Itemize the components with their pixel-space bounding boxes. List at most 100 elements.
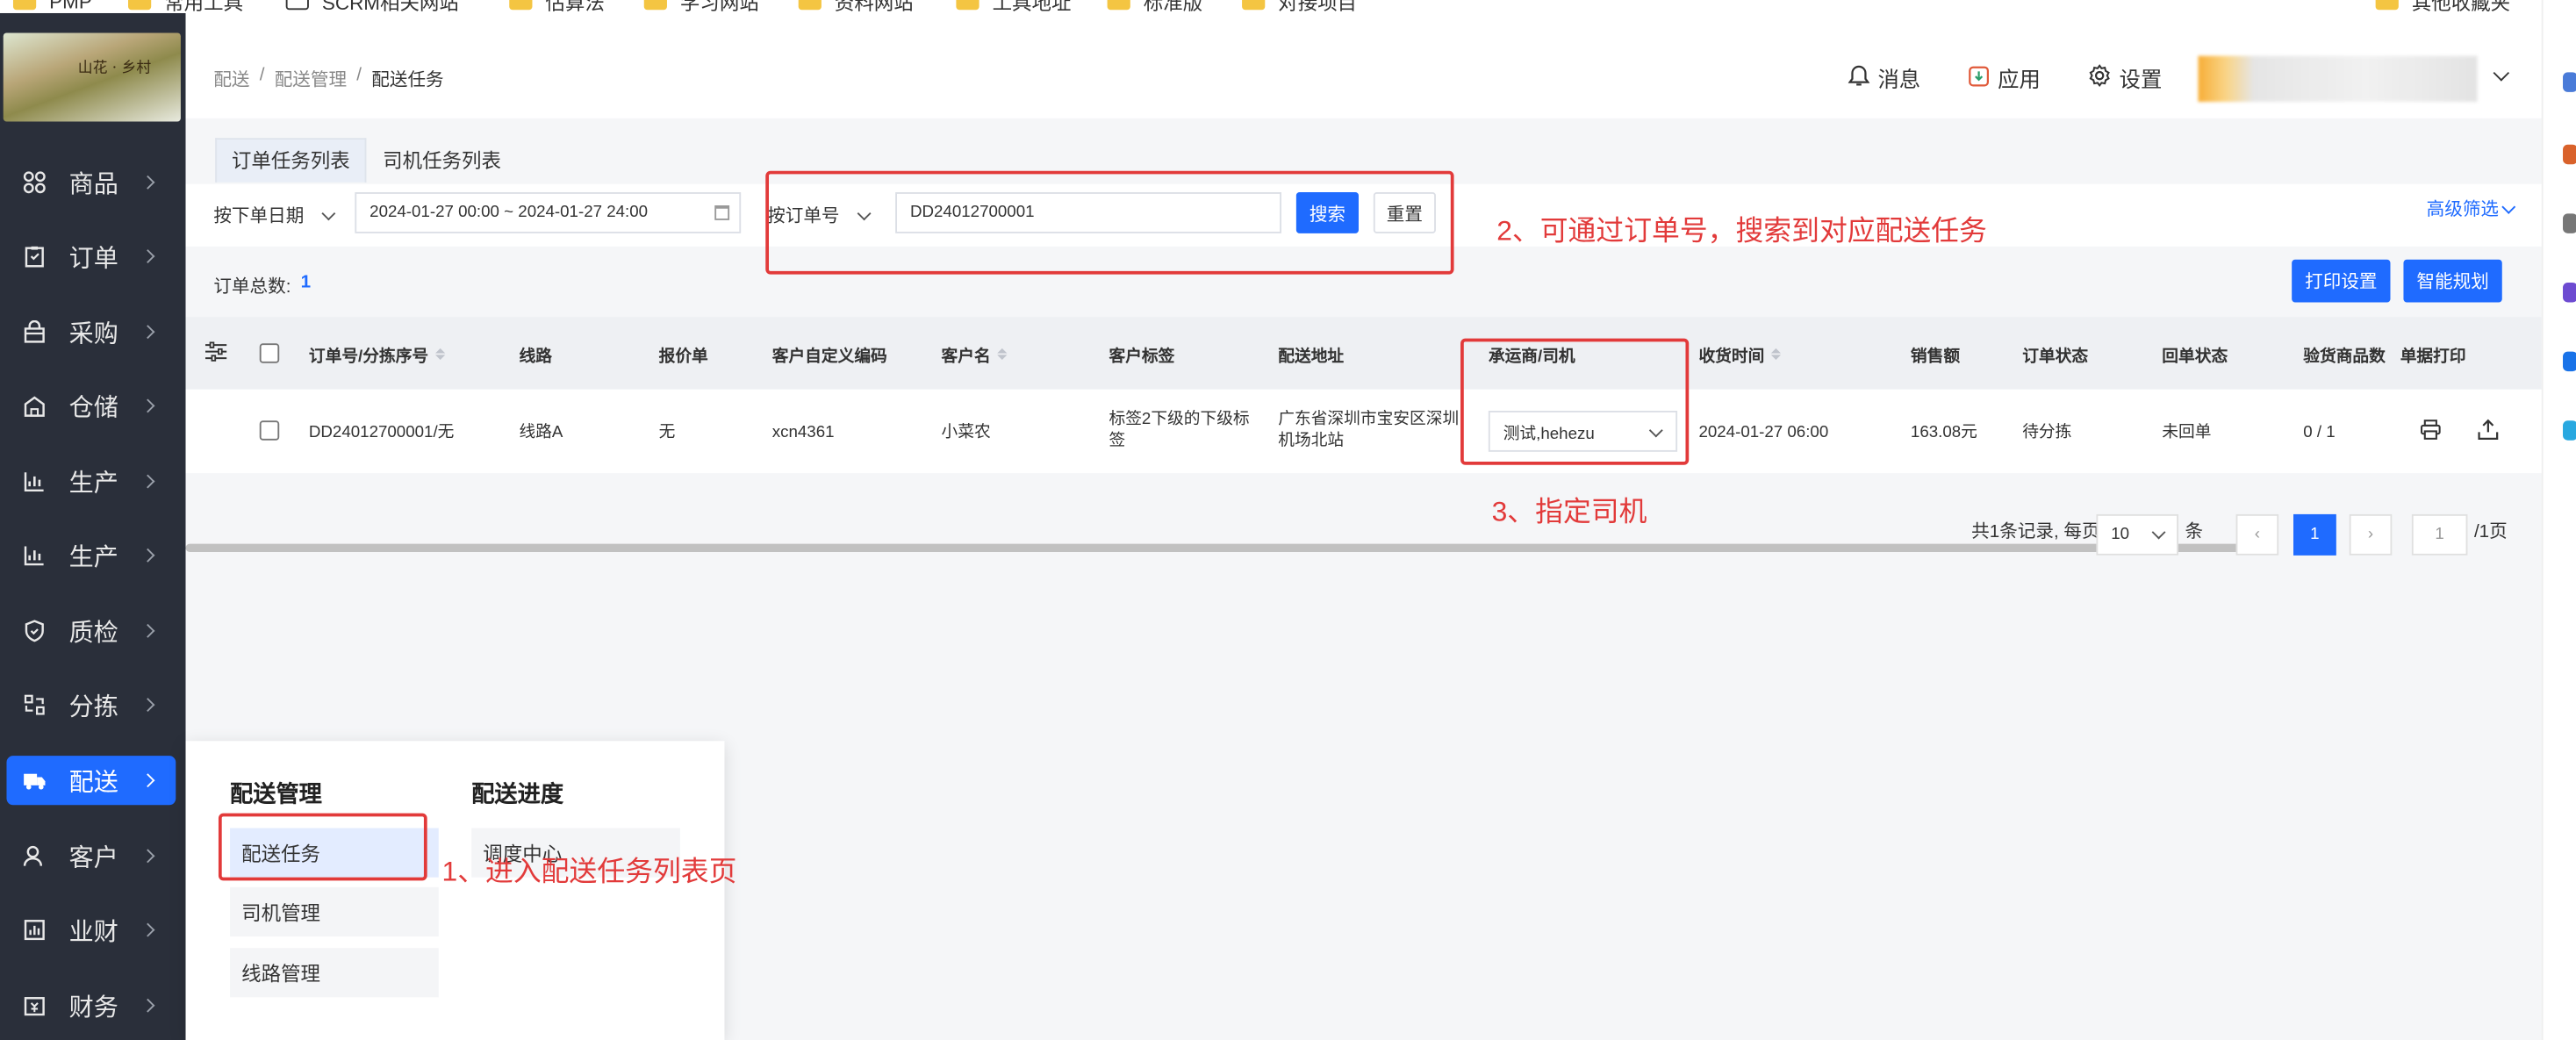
- bookmark-item[interactable]: SCRM相关网站: [285, 0, 459, 13]
- bookmark-item[interactable]: 估算法: [509, 0, 605, 13]
- extension-icon[interactable]: [2563, 213, 2576, 233]
- sidebar-item-quality[interactable]: 质检: [6, 606, 176, 656]
- menu-item-route-management[interactable]: 线路管理: [230, 948, 439, 998]
- chevron-right-icon: [140, 474, 155, 489]
- bookmark-item[interactable]: 对接项目: [1242, 0, 1357, 13]
- sort-icon: [23, 693, 46, 716]
- tab-driver-tasks[interactable]: 司机任务列表: [366, 138, 517, 183]
- extension-icon[interactable]: [2563, 144, 2576, 165]
- sidebar-item-delivery[interactable]: 配送: [6, 756, 176, 806]
- order-count: 1: [300, 272, 312, 293]
- chevron-right-icon: [140, 175, 155, 190]
- horizontal-scrollbar[interactable]: [185, 543, 2256, 553]
- extension-icon[interactable]: [2563, 420, 2576, 441]
- delivery-address: 广东省深圳市宝安区深圳机场北站: [1278, 411, 1460, 450]
- sidebar-item-finance[interactable]: 财务: [6, 981, 176, 1030]
- export-icon[interactable]: [2478, 419, 2499, 447]
- column-header: 验货商品数: [2303, 348, 2386, 367]
- top-header: 配送 / 配送管理 / 配送任务 消息 应用 设置: [185, 12, 2542, 118]
- messages-button[interactable]: 消息: [1848, 62, 1920, 94]
- column-header[interactable]: 客户名: [942, 341, 1008, 366]
- tab-bar: 订单任务列表 司机任务列表: [215, 138, 517, 183]
- sidebar-item-label: 订单: [68, 243, 118, 272]
- grid-icon: [23, 171, 46, 194]
- order-number[interactable]: DD24012700001/无: [309, 422, 454, 443]
- column-settings-icon[interactable]: [205, 341, 227, 368]
- printer-icon[interactable]: [2420, 419, 2441, 447]
- prev-page-button[interactable]: ‹: [2235, 513, 2279, 556]
- bookmark-item[interactable]: 学习网站: [643, 0, 759, 13]
- table-row[interactable]: DD24012700001/无 线路A 无 xcn4361 小菜农 标签2下级的…: [185, 389, 2542, 553]
- select-all-checkbox[interactable]: [259, 343, 280, 363]
- sort-icon: [434, 348, 445, 360]
- annotation-box-menu: [218, 813, 427, 881]
- bookmark-item[interactable]: 资料网站: [798, 0, 914, 13]
- sidebar-item-production[interactable]: 生产: [6, 456, 176, 506]
- annotation-step2: 2、可通过订单号，搜索到对应配送任务: [1496, 215, 1987, 247]
- extension-icon[interactable]: [2563, 282, 2576, 303]
- user-avatar[interactable]: [2198, 55, 2478, 103]
- sidebar-item-label: 客户: [68, 843, 118, 872]
- date-type-select[interactable]: 按下单日期: [213, 202, 336, 228]
- chevron-down-icon[interactable]: [2493, 65, 2510, 82]
- tab-order-tasks[interactable]: 订单任务列表: [215, 138, 367, 183]
- bookmark-item[interactable]: 常用工具: [128, 0, 243, 13]
- sidebar-item-customer[interactable]: 客户: [6, 831, 176, 880]
- settings-button[interactable]: 设置: [2088, 62, 2162, 94]
- bell-icon: [1848, 64, 1870, 92]
- bookmark-item[interactable]: PMP: [12, 0, 92, 13]
- chevron-right-icon: [140, 325, 155, 340]
- customer-tag: 标签2下级的下级标签: [1109, 411, 1250, 450]
- sidebar-item-label: 配送: [68, 768, 118, 797]
- column-header: 线路: [519, 348, 552, 367]
- truck-icon: [23, 769, 46, 792]
- chevron-right-icon: [140, 998, 155, 1013]
- column-header: 配送地址: [1278, 348, 1345, 367]
- clipboard-icon: [23, 245, 46, 268]
- row-checkbox[interactable]: [259, 420, 280, 441]
- download-icon: [1968, 65, 1990, 91]
- sidebar-item-purchase[interactable]: 采购: [6, 307, 176, 356]
- sidebar-item-orders[interactable]: 订单: [6, 232, 176, 281]
- column-header[interactable]: 订单号/分拣序号: [309, 341, 445, 366]
- shop-icon: [23, 320, 46, 343]
- annotation-box-driver: [1460, 338, 1690, 465]
- receive-time: 2024-01-27 06:00: [1698, 423, 1829, 442]
- column-header[interactable]: 收货时间: [1698, 341, 1782, 366]
- bookmark-item[interactable]: 其他收藏夹: [2375, 0, 2510, 13]
- extension-icon[interactable]: [2563, 351, 2576, 372]
- advanced-filter-link[interactable]: 高级筛选: [2427, 196, 2516, 222]
- user-icon: [23, 844, 46, 867]
- page-size-select[interactable]: 10: [2096, 513, 2179, 556]
- sidebar-item-production-2[interactable]: 生产: [6, 531, 176, 580]
- order-status: 待分拣: [2022, 423, 2072, 442]
- sidebar-item-business-finance[interactable]: 业财: [6, 905, 176, 954]
- menu-item-driver-management[interactable]: 司机管理: [230, 886, 439, 937]
- extension-icon[interactable]: [2563, 72, 2576, 92]
- next-page-button[interactable]: ›: [2349, 513, 2393, 556]
- menu-group-title: 配送进度: [471, 780, 564, 807]
- bookmark-item[interactable]: 标准版: [1107, 0, 1202, 13]
- page-jump-input[interactable]: 1: [2411, 513, 2468, 556]
- breadcrumb-item[interactable]: 配送: [213, 66, 249, 92]
- apps-button[interactable]: 应用: [1968, 62, 2041, 94]
- print-settings-button[interactable]: 打印设置: [2292, 259, 2391, 303]
- annotation-step1: 1、进入配送任务列表页: [441, 856, 737, 887]
- chevron-right-icon: [140, 398, 155, 413]
- sidebar-item-goods[interactable]: 商品: [6, 158, 176, 207]
- calendar-icon: [714, 205, 730, 220]
- date-range-picker[interactable]: 2024-01-27 00:00 ~ 2024-01-27 24:00: [355, 192, 742, 233]
- sort-icon: [1770, 348, 1782, 360]
- smart-plan-button[interactable]: 智能规划: [2403, 259, 2502, 303]
- sidebar-item-label: 生产: [68, 542, 118, 571]
- sidebar-item-sorting[interactable]: 分拣: [6, 680, 176, 729]
- chevron-down-icon: [2501, 198, 2516, 213]
- page-1-button[interactable]: 1: [2293, 513, 2336, 556]
- bookmark-item[interactable]: 工具地址: [956, 0, 1071, 13]
- breadcrumb-item[interactable]: 配送管理: [275, 66, 347, 92]
- checked-count: 0 / 1: [2303, 423, 2336, 442]
- chart-icon: [23, 470, 46, 492]
- quote: 无: [658, 423, 676, 442]
- sidebar-item-label: 质检: [68, 618, 118, 647]
- sidebar-item-storage[interactable]: 仓储: [6, 381, 176, 430]
